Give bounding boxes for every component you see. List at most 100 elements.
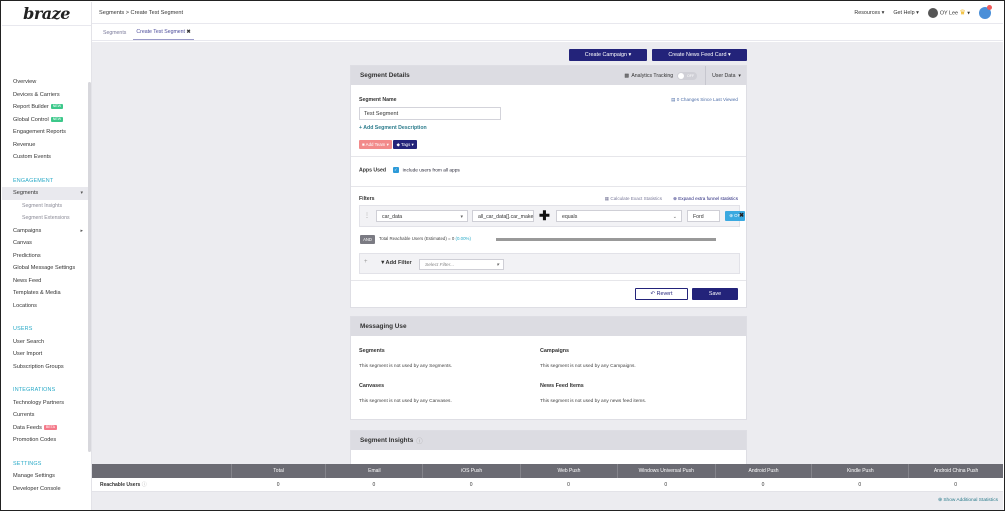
sidebar-item-technology-partners[interactable]: Technology Partners [2, 397, 88, 410]
info-icon[interactable]: ⓘ [142, 482, 147, 488]
toggle-state: OFF [686, 73, 695, 78]
resources-menu[interactable]: Resources ▾ [854, 10, 884, 16]
user-menu[interactable]: OY Lee ♛ ▾ [927, 8, 970, 18]
sidebar-item-overview[interactable]: Overview [2, 76, 88, 89]
tags-label: Tags [401, 142, 411, 147]
tab-create-test-segment[interactable]: Create Test Segment ✖ [133, 29, 194, 40]
sidebar-item-developer-console[interactable]: Developer Console [2, 483, 88, 496]
stats-header-android-china-push: Android China Push [908, 464, 1003, 478]
sidebar-item-devices-carriers[interactable]: Devices & Carriers [2, 89, 88, 102]
header-controls: ▩ Analytics Tracking OFF User Data ▾ [624, 66, 746, 85]
tab-segments[interactable]: Segments [100, 30, 129, 40]
filter-value-input[interactable]: Ford [687, 210, 720, 222]
notifications-icon[interactable] [979, 5, 992, 19]
expand-funnel-label: Expand extra funnel statistics [678, 196, 738, 201]
info-icon[interactable]: ⓘ [416, 436, 422, 445]
chart-icon: ▩ [624, 72, 630, 79]
sidebar-item-manage-settings[interactable]: Manage Settings [2, 470, 88, 483]
chevron-down-icon: ▾ [386, 142, 389, 147]
top-right-menu: Resources ▾ Get Help ▾ OY Lee ♛ ▾ [854, 2, 992, 24]
chevron-right-icon: ▸ [80, 227, 83, 234]
sidebar-item-currents[interactable]: Currents [2, 409, 88, 422]
add-team-button[interactable]: ■ Add Team ▾ [359, 140, 392, 149]
sidebar-scrollbar[interactable] [88, 82, 91, 452]
table-row: Reachable Users ⓘ 0 0 0 0 0 0 0 0 [92, 478, 1003, 492]
create-news-feed-card-button[interactable]: Create News Feed Card ▾ [652, 49, 747, 61]
filter-path-input[interactable]: all_car_data[].car_make [472, 210, 534, 222]
sidebar-item-label: Campaigns [13, 227, 42, 234]
sidebar-item-segment-extensions[interactable]: Segment Extensions [2, 212, 88, 225]
braze-logo[interactable]: braze [2, 2, 91, 26]
sidebar-item-news-feed[interactable]: News Feed [2, 275, 88, 288]
add-segment-description-link[interactable]: + Add Segment Description [359, 125, 427, 131]
divider [351, 186, 746, 187]
plus-circle-icon: ⊕ [673, 196, 677, 201]
segment-name-input[interactable]: Test Segment [359, 107, 501, 120]
sidebar-item-global-message-settings[interactable]: Global Message Settings [2, 262, 88, 275]
expand-funnel-statistics-link[interactable]: ⊕ Expand extra funnel statistics [673, 196, 738, 202]
stats-header-windows-push: Windows Universal Push [616, 464, 715, 478]
beta-badge: BETA [43, 424, 58, 430]
sidebar-item-segment-insights[interactable]: Segment Insights [2, 200, 88, 213]
plus-icon[interactable]: ✚ [539, 208, 550, 224]
sidebar-item-engagement-reports[interactable]: Engagement Reports [2, 126, 88, 139]
section-users: USERS [13, 326, 33, 332]
sidebar-item-predictions[interactable]: Predictions [2, 250, 88, 263]
tag-icon: ◆ [396, 142, 400, 147]
sidebar-item-user-search[interactable]: User Search [2, 336, 88, 349]
segment-insights-title: Segment Insights [360, 437, 414, 444]
sidebar-item-report-builder[interactable]: Report Builder NEW [2, 101, 88, 114]
user-data-label: User Data [712, 72, 736, 79]
filter-row: ⋮ car_data ▾ all_car_data[].car_make ✚ eq… [359, 205, 745, 227]
sidebar-item-label: Data Feeds [13, 424, 42, 431]
chevron-down-icon: ▾ [460, 214, 463, 220]
team-icon: ■ [362, 142, 365, 147]
add-filter-text: Add Filter [385, 260, 412, 266]
changes-since-last-viewed-link[interactable]: ▤ 0 Changes Since Last Viewed [671, 97, 738, 103]
stats-header-row: Total Email iOS Push Web Push Windows Un… [92, 464, 1003, 478]
close-icon[interactable]: ✖ [186, 29, 190, 35]
sidebar-item-user-import[interactable]: User Import [2, 348, 88, 361]
sidebar-item-label: Report Builder [13, 104, 49, 110]
analytics-tracking-toggle[interactable]: OFF [677, 71, 698, 80]
sidebar-item-campaigns[interactable]: Campaigns ▸ [2, 225, 88, 238]
chevron-down-icon: ▾ [967, 10, 970, 17]
calculator-icon: ▦ [604, 196, 610, 201]
drag-handle-icon[interactable]: ⋮ [364, 212, 370, 219]
get-help-menu[interactable]: Get Help ▾ [893, 10, 919, 16]
calculate-exact-statistics-link[interactable]: ▦ Calculate Exact Statistics [605, 196, 662, 202]
save-button[interactable]: Save [692, 288, 738, 300]
stats-header-email: Email [325, 464, 422, 478]
filter-operator-select[interactable]: equals ⌄ [556, 210, 682, 222]
newsfeed-usage-text: This segment is not used by any news fee… [540, 399, 647, 404]
calculate-exact-label: Calculate Exact Statistics [610, 196, 662, 201]
tab-label: Create Test Segment [136, 29, 185, 35]
segment-details-title: Segment Details [360, 72, 410, 79]
sidebar-item-revenue[interactable]: Revenue [2, 139, 88, 152]
canvases-usage-text: This segment is not used by any Canvases… [359, 399, 452, 404]
sidebar-item-data-feeds[interactable]: Data Feeds BETA [2, 422, 88, 435]
sidebar-item-templates-media[interactable]: Templates & Media [2, 287, 88, 300]
crown-icon: ♛ [959, 9, 966, 17]
select-filter-dropdown[interactable]: Select Filter... ▾ [419, 259, 504, 270]
revert-button[interactable]: ↶ Revert [635, 288, 688, 300]
segment-details-header: Segment Details ▩ Analytics Tracking OFF… [351, 66, 746, 85]
create-campaign-button[interactable]: Create Campaign ▾ [569, 49, 647, 61]
remove-filter-icon[interactable]: ✖ [739, 212, 744, 219]
include-all-apps-checkbox[interactable]: ✓ [392, 167, 399, 173]
chevron-down-icon: ▾ [411, 142, 414, 147]
messaging-use-title: Messaging Use [360, 323, 407, 330]
sidebar-item-custom-events[interactable]: Custom Events [2, 151, 88, 164]
sidebar-item-global-control[interactable]: Global Control NEW [2, 114, 88, 127]
filter-attribute-select[interactable]: car_data ▾ [376, 210, 468, 222]
sidebar-item-canvas[interactable]: Canvas [2, 237, 88, 250]
stats-header-android-push: Android Push [714, 464, 812, 478]
newsfeed-usage-title: News Feed Items [540, 383, 584, 389]
sidebar-item-segments[interactable]: Segments ▾ [2, 187, 88, 200]
sidebar-item-locations[interactable]: Locations [2, 300, 88, 313]
user-data-menu[interactable]: User Data ▾ [705, 66, 746, 85]
sidebar-item-subscription-groups[interactable]: Subscription Groups [2, 361, 88, 374]
show-additional-statistics-link[interactable]: ⊕ Show Additional Statistics [938, 498, 998, 503]
sidebar-item-promotion-codes[interactable]: Promotion Codes [2, 434, 88, 447]
tags-button[interactable]: ◆ Tags ▾ [393, 140, 417, 149]
